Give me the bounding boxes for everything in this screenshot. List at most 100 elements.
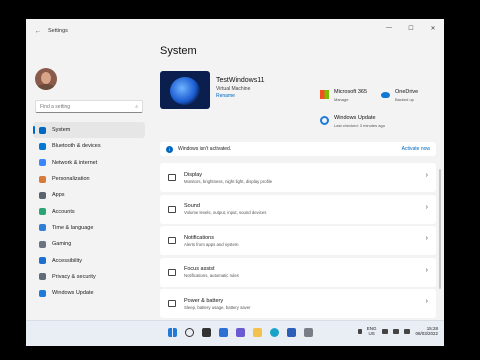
update-icon [39, 289, 46, 297]
brush-icon [39, 175, 46, 183]
store-icon[interactable] [287, 328, 296, 337]
chevron-up-icon[interactable] [357, 328, 362, 334]
file-explorer-icon[interactable] [253, 328, 262, 337]
card-subtitle: Monitors, brightness, night light, displ… [184, 178, 273, 184]
notifications-icon [168, 237, 176, 244]
windows-update-icon [320, 116, 329, 125]
card-title: Sound [184, 203, 200, 209]
task-view-icon[interactable] [202, 328, 211, 337]
onedrive-tile[interactable]: OneDrive Backed up [381, 89, 418, 102]
apps-icon [39, 191, 46, 199]
card-title: Focus assist [184, 266, 215, 272]
sidebar-item[interactable]: Windows Update [33, 285, 145, 301]
card-title: Notifications [184, 234, 214, 241]
chat-icon[interactable] [236, 328, 245, 337]
sidebar-item[interactable]: Accounts [33, 203, 145, 219]
nav-list: System Bluetooth & devices Network & inter… [33, 122, 145, 301]
sidebar-item[interactable]: Time & language [33, 220, 145, 236]
sidebar-item[interactable]: System [33, 122, 145, 139]
tile-subtitle: Backed up [395, 97, 414, 102]
power-icon [168, 300, 176, 307]
network-icon[interactable] [382, 328, 389, 334]
network-icon [39, 159, 46, 167]
settings-card[interactable]: Display Monitors, brightness, night light… [160, 163, 436, 192]
settings-window: ← Settings — ☐ ✕ Find a setting ⌕ System… [26, 19, 444, 346]
sidebar-item-label: Privacy & security [52, 273, 96, 280]
sidebar-item-label: Accessibility [52, 257, 82, 264]
sound-icon [168, 205, 176, 213]
sidebar-item[interactable]: Accessibility [33, 252, 145, 268]
tile-title: OneDrive [395, 89, 419, 95]
system-icon [39, 126, 46, 134]
tile-title: Microsoft 365 [334, 89, 368, 95]
sidebar-item-label: Network & internet [52, 159, 98, 166]
sidebar-item-label: Windows Update [52, 290, 94, 297]
clock-date: 08/03/2022 [415, 331, 438, 336]
widgets-icon[interactable] [219, 328, 228, 337]
info-icon: i [166, 145, 173, 153]
tile-title: Windows Update [334, 115, 376, 121]
settings-card[interactable]: Focus assist Notifications, automatic rul… [160, 257, 436, 287]
volume-icon[interactable] [393, 328, 400, 334]
settings-icon[interactable] [304, 328, 313, 337]
windows-update-tile[interactable]: Windows Update Last checked: 3 minutes ag… [320, 115, 385, 128]
onedrive-icon [381, 92, 390, 98]
search-icon: ⌕ [135, 104, 138, 110]
chevron-right-icon: › [425, 298, 428, 305]
back-arrow-icon[interactable]: ← [30, 28, 46, 35]
settings-card[interactable]: Sound Volume levels, output, input, sound… [160, 194, 436, 224]
focus-icon [168, 268, 176, 276]
sidebar-item-label: Gaming [52, 241, 72, 248]
chevron-right-icon: › [425, 266, 428, 274]
sidebar-item[interactable]: Personalization [33, 171, 145, 187]
gaming-icon [39, 240, 46, 248]
globe-icon [39, 224, 46, 232]
card-subtitle: Alerts from apps and system [184, 241, 239, 247]
sidebar-item[interactable]: Apps [33, 187, 145, 203]
start-icon[interactable] [168, 328, 177, 337]
accessibility-icon [39, 257, 46, 265]
search-input[interactable]: Find a setting ⌕ [35, 100, 143, 113]
battery-icon[interactable] [404, 328, 411, 334]
maximize-button[interactable]: ☐ [400, 19, 422, 37]
settings-cards: Display Monitors, brightness, night light… [160, 163, 436, 346]
close-button[interactable]: ✕ [422, 19, 444, 37]
clock[interactable]: 15:28 08/03/2022 [415, 326, 438, 336]
region-code: US [368, 331, 375, 336]
microsoft-365-tile[interactable]: Microsoft 365 Manage [320, 89, 367, 102]
chevron-right-icon: › [425, 235, 428, 242]
taskbar: ENG US 15:28 08/03/2022 [26, 320, 444, 346]
minimize-button[interactable]: — [378, 19, 400, 37]
activation-text: Windows isn't activated. [178, 146, 232, 152]
device-name: TestWindows11 [216, 77, 265, 84]
card-title: Power & battery [184, 297, 224, 304]
microsoft-365-icon [320, 90, 329, 99]
edge-icon[interactable] [270, 328, 279, 337]
system-tray: ENG US 15:28 08/03/2022 [357, 326, 438, 336]
sidebar-item[interactable]: Gaming [33, 236, 145, 252]
page-title: System [160, 45, 197, 57]
language-indicator[interactable]: ENG US [367, 326, 377, 336]
activation-banner: i Windows isn't activated. Activate now [160, 142, 436, 156]
settings-card[interactable]: Power & battery Sleep, battery usage, bat… [160, 289, 436, 318]
bluetooth-icon [39, 142, 46, 150]
sidebar-item[interactable]: Network & internet [33, 155, 145, 171]
search-icon[interactable] [185, 328, 194, 337]
window-title: Settings [48, 28, 68, 34]
chevron-right-icon: › [425, 203, 428, 211]
sidebar-item-label: Apps [52, 192, 65, 199]
card-subtitle: Volume levels, output, input, sound devi… [184, 210, 267, 215]
sidebar-item[interactable]: Privacy & security [33, 269, 145, 285]
sidebar-item[interactable]: Bluetooth & devices [33, 138, 145, 154]
settings-card[interactable]: Notifications Alerts from apps and system… [160, 226, 436, 255]
sidebar-item-label: System [52, 127, 71, 134]
chevron-right-icon: › [425, 172, 428, 179]
activate-now-button[interactable]: Activate now [402, 146, 430, 152]
tile-subtitle: Manage [334, 97, 349, 102]
display-icon [168, 174, 176, 181]
scrollbar[interactable] [439, 169, 441, 289]
avatar[interactable] [35, 68, 57, 90]
device-type: Virtual Machine [216, 86, 251, 92]
rename-link[interactable]: Rename [216, 93, 235, 99]
search-placeholder: Find a setting [40, 104, 71, 110]
